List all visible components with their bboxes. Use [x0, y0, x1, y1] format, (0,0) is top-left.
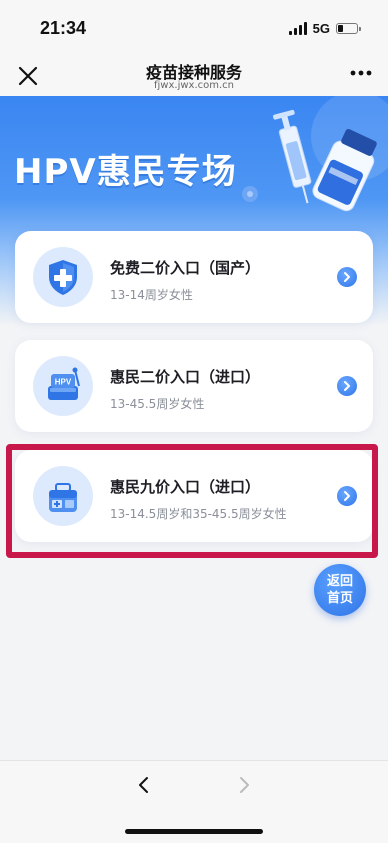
back-arrow-icon[interactable]: [134, 775, 154, 795]
return-home-label-line1: 返回: [326, 574, 353, 589]
status-indicators: 5G: [288, 20, 361, 36]
signal-icon: [288, 21, 307, 35]
forward-arrow-icon[interactable]: [234, 775, 254, 795]
card-subtitle: 13-14.5周岁和35-45.5周岁女性: [110, 507, 287, 521]
shield-cross-icon: [33, 247, 93, 307]
chevron-right-icon[interactable]: [337, 486, 357, 506]
return-home-label-line2: 首页: [326, 591, 353, 606]
chevron-right-icon[interactable]: [337, 376, 357, 396]
card-title: 免费二价入口（国产）: [110, 259, 261, 277]
page-domain: fjwx.jwx.com.cn: [154, 80, 234, 91]
browser-toolbar: [0, 760, 388, 843]
nav-bar: 疫苗接种服务 fjwx.jwx.com.cn: [0, 56, 388, 96]
return-home-button[interactable]: 返回 首页: [314, 564, 366, 616]
network-type: 5G: [312, 20, 330, 36]
card-subtitle: 13-14周岁女性: [110, 288, 193, 302]
card-title: 惠民九价入口（进口）: [110, 478, 261, 496]
entry-card-imported-bivalent[interactable]: HPV 惠民二价入口（进口） 13-45.5周岁女性: [15, 340, 373, 432]
entry-card-domestic-bivalent[interactable]: 免费二价入口（国产） 13-14周岁女性: [15, 231, 373, 323]
entry-card-imported-nonavalent[interactable]: 惠民九价入口（进口） 13-14.5周岁和35-45.5周岁女性: [15, 450, 373, 542]
status-bar: 21:34 5G: [0, 0, 388, 56]
card-subtitle: 13-45.5周岁女性: [110, 397, 205, 411]
svg-text:HPV: HPV: [55, 378, 72, 387]
medical-kit-icon: [33, 466, 93, 526]
vaccine-illustration-icon: [242, 96, 388, 212]
status-time: 21:34: [40, 18, 87, 38]
hpv-vaccine-icon: HPV: [33, 356, 93, 416]
card-title: 惠民二价入口（进口）: [110, 368, 261, 386]
banner-title: HPV惠民专场: [14, 152, 237, 192]
home-indicator[interactable]: [125, 829, 263, 834]
battery-icon: [336, 22, 361, 34]
more-icon[interactable]: [350, 70, 372, 76]
chevron-right-icon[interactable]: [337, 267, 357, 287]
